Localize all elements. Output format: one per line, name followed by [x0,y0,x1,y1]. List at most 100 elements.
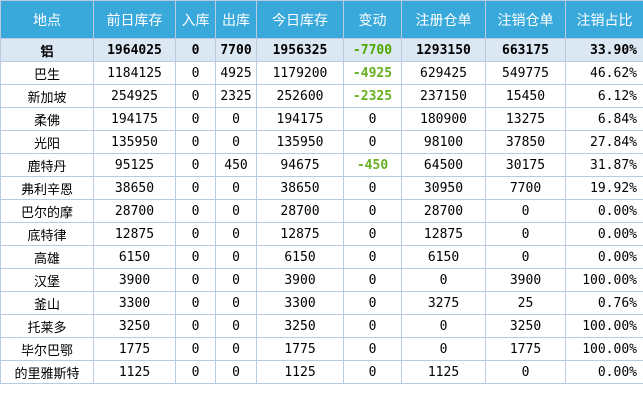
cell-location: 铝 [0,38,94,62]
header-in: 入库 [175,0,216,39]
table-row: 毕尔巴鄂 1775 0 0 1775 0 0 1775 100.00% [0,337,643,361]
header-out: 出库 [215,0,257,39]
cell-cancelled: 0 [485,199,566,223]
cell-registered: 98100 [401,130,486,154]
cell-location: 鹿特丹 [0,153,94,177]
warehouse-stock-table: 地点 前日库存 入库 出库 今日库存 变动 注册仓单 注销仓单 注销占比 铝 1… [0,0,643,384]
cell-out: 0 [215,199,257,223]
cell-out: 0 [215,291,257,315]
table-row: 汉堡 3900 0 0 3900 0 0 3900 100.00% [0,268,643,292]
cell-out: 0 [215,245,257,269]
cell-ratio: 100.00% [565,337,643,361]
table-row: 高雄 6150 0 0 6150 0 6150 0 0.00% [0,245,643,269]
cell-cancelled: 15450 [485,84,566,108]
cell-location: 柔佛 [0,107,94,131]
cell-in: 0 [175,61,216,85]
cell-ratio: 0.00% [565,245,643,269]
cell-ratio: 19.92% [565,176,643,200]
cell-prev-stock: 6150 [93,245,176,269]
cell-out: 0 [215,314,257,338]
cell-registered: 0 [401,314,486,338]
cell-out: 0 [215,360,257,384]
cell-ratio: 6.12% [565,84,643,108]
cell-today-stock: 252600 [256,84,344,108]
cell-ratio: 27.84% [565,130,643,154]
cell-out: 7700 [215,38,257,62]
table-row: 的里雅斯特 1125 0 0 1125 0 1125 0 0.00% [0,360,643,384]
cell-in: 0 [175,268,216,292]
cell-prev-stock: 28700 [93,199,176,223]
cell-prev-stock: 12875 [93,222,176,246]
cell-ratio: 6.84% [565,107,643,131]
cell-registered: 237150 [401,84,486,108]
cell-today-stock: 135950 [256,130,344,154]
cell-prev-stock: 194175 [93,107,176,131]
cell-in: 0 [175,38,216,62]
table-row: 新加坡 254925 0 2325 252600 -2325 237150 15450 6.12… [0,84,643,108]
cell-in: 0 [175,337,216,361]
cell-ratio: 0.00% [565,199,643,223]
cell-location: 的里雅斯特 [0,360,94,384]
cell-change: -450 [343,153,402,177]
cell-registered: 12875 [401,222,486,246]
cell-today-stock: 1125 [256,360,344,384]
cell-registered: 28700 [401,199,486,223]
cell-change: 0 [343,360,402,384]
cell-ratio: 31.87% [565,153,643,177]
cell-change: -7700 [343,38,402,62]
cell-registered: 629425 [401,61,486,85]
cell-location: 底特律 [0,222,94,246]
cell-out: 0 [215,337,257,361]
total-row: 铝 1964025 0 7700 1956325 -7700 1293150 6… [0,38,643,62]
cell-cancelled: 0 [485,222,566,246]
cell-registered: 0 [401,337,486,361]
cell-today-stock: 94675 [256,153,344,177]
cell-out: 0 [215,176,257,200]
cell-ratio: 0.00% [565,360,643,384]
cell-today-stock: 1956325 [256,38,344,62]
cell-out: 0 [215,268,257,292]
header-change: 变动 [343,0,402,39]
header-ratio: 注销占比 [565,0,643,39]
cell-today-stock: 3900 [256,268,344,292]
cell-today-stock: 6150 [256,245,344,269]
cell-ratio: 0.00% [565,222,643,246]
cell-ratio: 46.62% [565,61,643,85]
header-cancelled: 注销仓单 [485,0,566,39]
cell-registered: 1293150 [401,38,486,62]
table-row: 巴生 1184125 0 4925 1179200 -4925 629425 549775 46… [0,61,643,85]
cell-in: 0 [175,314,216,338]
cell-cancelled: 3250 [485,314,566,338]
cell-change: 0 [343,107,402,131]
cell-prev-stock: 254925 [93,84,176,108]
cell-in: 0 [175,153,216,177]
cell-change: 0 [343,222,402,246]
cell-cancelled: 13275 [485,107,566,131]
cell-in: 0 [175,176,216,200]
cell-registered: 64500 [401,153,486,177]
cell-change: -2325 [343,84,402,108]
table-body: 铝 1964025 0 7700 1956325 -7700 1293150 6… [0,38,643,384]
cell-location: 巴生 [0,61,94,85]
cell-out: 450 [215,153,257,177]
cell-registered: 180900 [401,107,486,131]
cell-cancelled: 25 [485,291,566,315]
cell-ratio: 33.90% [565,38,643,62]
table-row: 鹿特丹 95125 0 450 94675 -450 64500 30175 31.87% [0,153,643,177]
cell-location: 托莱多 [0,314,94,338]
cell-ratio: 100.00% [565,314,643,338]
table-row: 柔佛 194175 0 0 194175 0 180900 13275 6.84% [0,107,643,131]
cell-change: 0 [343,337,402,361]
cell-in: 0 [175,84,216,108]
cell-out: 0 [215,107,257,131]
cell-change: -4925 [343,61,402,85]
cell-cancelled: 0 [485,360,566,384]
table-row: 光阳 135950 0 0 135950 0 98100 37850 27.84% [0,130,643,154]
cell-today-stock: 194175 [256,107,344,131]
cell-prev-stock: 135950 [93,130,176,154]
cell-in: 0 [175,291,216,315]
cell-cancelled: 3900 [485,268,566,292]
cell-registered: 3275 [401,291,486,315]
cell-today-stock: 3250 [256,314,344,338]
cell-cancelled: 1775 [485,337,566,361]
